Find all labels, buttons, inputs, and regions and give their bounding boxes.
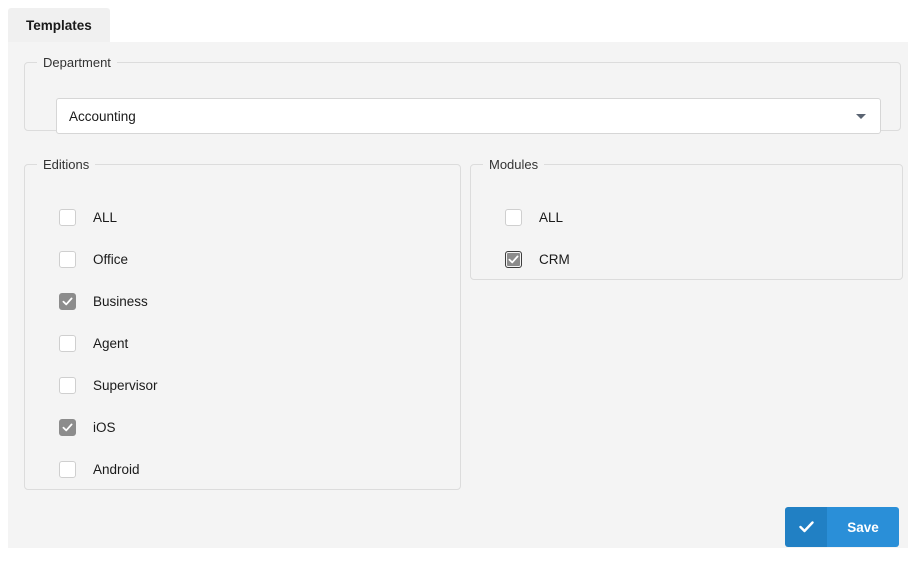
modules-group-legend: Modules <box>489 157 539 172</box>
edition-label-office: Office <box>93 251 129 267</box>
edition-label-agent: Agent <box>93 335 129 351</box>
check-icon <box>508 255 519 263</box>
save-button-label-section[interactable]: Save <box>827 507 899 547</box>
edition-checkbox-agent[interactable] <box>59 334 76 352</box>
check-icon <box>62 297 73 305</box>
department-group: Department Accounting <box>24 55 901 134</box>
module-checkbox-crm[interactable] <box>505 250 522 268</box>
tab-templates[interactable]: Templates <box>8 8 110 42</box>
edition-label-supervisor: Supervisor <box>93 377 158 393</box>
content-panel: Department Accounting Editions ALL Office… <box>8 42 908 548</box>
module-row-all[interactable]: ALL <box>505 196 570 238</box>
edition-row-supervisor[interactable]: Supervisor <box>59 364 158 406</box>
modules-group: Modules ALL CRM <box>470 157 903 280</box>
edition-checkbox-business[interactable] <box>59 292 76 310</box>
department-select-wrapper: Accounting <box>56 98 881 134</box>
edition-row-ios[interactable]: iOS <box>59 406 158 448</box>
edition-label-business: Business <box>93 293 148 309</box>
module-label-crm: CRM <box>539 251 570 267</box>
edition-label-all: ALL <box>93 209 118 225</box>
save-button[interactable]: Save <box>785 507 899 547</box>
check-icon <box>798 521 814 533</box>
edition-row-android[interactable]: Android <box>59 448 158 490</box>
edition-row-business[interactable]: Business <box>59 280 158 322</box>
edition-checkbox-ios[interactable] <box>59 418 76 436</box>
edition-checkbox-supervisor[interactable] <box>59 376 76 394</box>
department-select-value: Accounting <box>69 108 136 124</box>
tab-bar: Templates <box>0 0 917 42</box>
module-label-all: ALL <box>539 209 564 225</box>
edition-checkbox-all[interactable] <box>59 208 76 226</box>
edition-row-agent[interactable]: Agent <box>59 322 158 364</box>
chevron-down-icon <box>856 113 866 119</box>
editions-group: Editions ALL Office Business Agent Superviso… <box>24 157 461 490</box>
tab-templates-label: Templates <box>26 17 92 33</box>
edition-row-office[interactable]: Office <box>59 238 158 280</box>
save-button-label: Save <box>847 519 879 535</box>
save-button-icon-section[interactable] <box>785 507 827 547</box>
editions-checkbox-list: ALL Office Business Agent Supervisor iOS Andro… <box>59 196 158 490</box>
department-group-legend: Department <box>43 55 111 70</box>
department-select[interactable]: Accounting <box>56 98 881 134</box>
module-row-crm[interactable]: CRM <box>505 238 570 280</box>
editions-group-legend: Editions <box>43 157 90 172</box>
modules-checkbox-list: ALL CRM <box>505 196 570 280</box>
edition-label-ios: iOS <box>93 419 116 435</box>
edition-checkbox-android[interactable] <box>59 460 76 478</box>
module-checkbox-all[interactable] <box>505 208 522 226</box>
edition-checkbox-office[interactable] <box>59 250 76 268</box>
edition-label-android: Android <box>93 461 140 477</box>
edition-row-all[interactable]: ALL <box>59 196 158 238</box>
check-icon <box>62 423 73 431</box>
